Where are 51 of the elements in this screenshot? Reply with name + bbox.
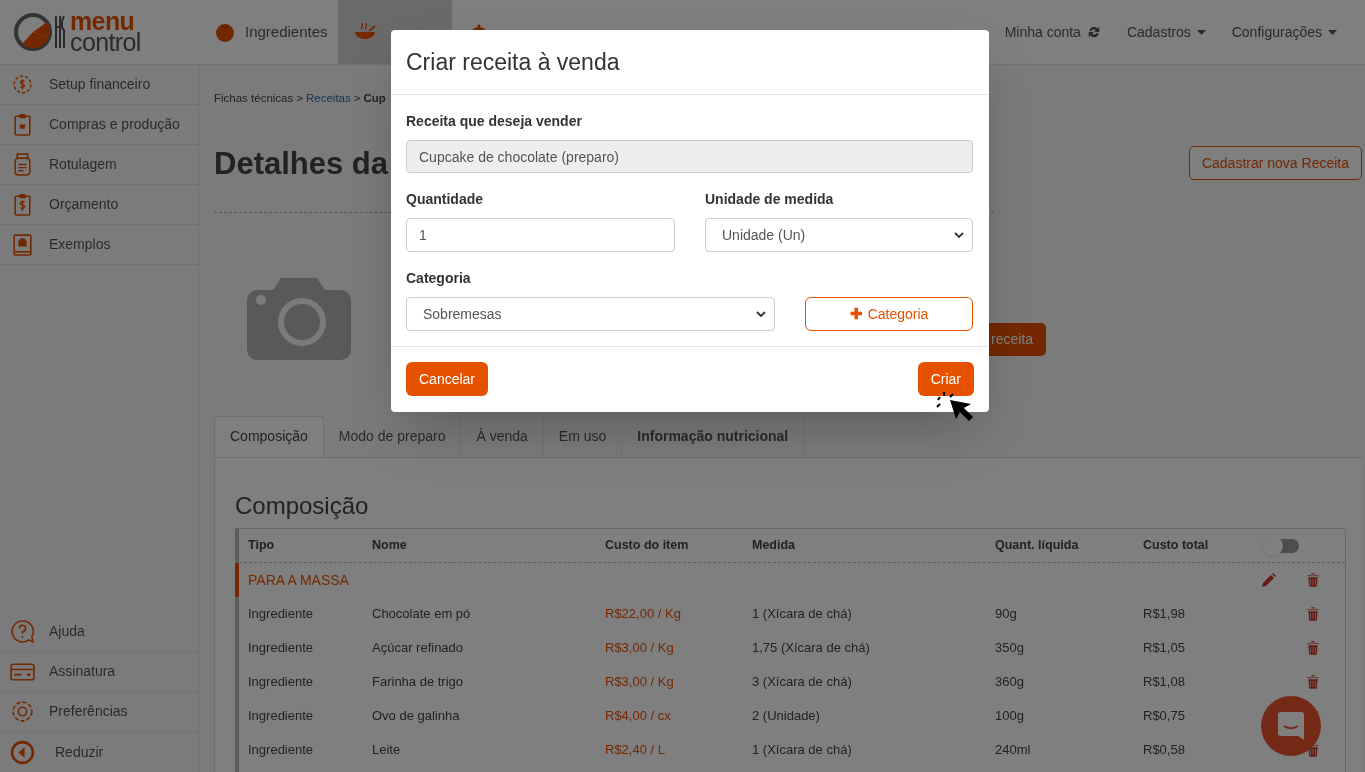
table-cell-text: Farinha de trigo	[372, 673, 465, 692]
table-cell-text: Ingrediente	[248, 639, 315, 658]
page-title: Detalhes da	[214, 147, 388, 179]
column-header: Nome	[372, 537, 408, 555]
table-cell-text: 100g	[995, 707, 1025, 726]
column-header: Custo do item	[605, 537, 690, 555]
table-cell-text: Leite	[372, 741, 402, 760]
table-cell-text: R$0,75	[1143, 707, 1186, 726]
table-cell-text: R$2,40 / L	[605, 741, 666, 760]
section-title: Composição	[235, 494, 370, 518]
group-title: PARA A MASSA	[248, 570, 349, 590]
table-cell-text: Ingrediente	[248, 605, 315, 624]
table-cell-text: 1,75 (Xícara de chá)	[752, 639, 871, 658]
column-header: Tipo	[248, 537, 276, 555]
breadcrumb-item: Cup	[363, 91, 386, 107]
table-cell-text: 1 (Xícara de chá)	[752, 605, 853, 624]
breadcrumb-separator: >	[353, 91, 361, 107]
field-label: Unidade de medida	[705, 190, 835, 209]
logo-text: menu	[70, 10, 135, 32]
table-cell-text: 2 (Unidade)	[752, 707, 821, 726]
table-cell-text: R$4,00 / cx	[605, 707, 672, 726]
table-cell-text: R$3,00 / Kg	[605, 639, 675, 658]
table-cell-text: 1 (Xícara de chá)	[752, 741, 853, 760]
table-cell-text: Chocolate em pó	[372, 605, 472, 624]
field-label: Categoria	[406, 269, 472, 288]
table-cell-text: 240ml	[995, 741, 1032, 760]
table-cell-text: 350g	[995, 639, 1025, 658]
table-cell-text: Ingrediente	[248, 673, 315, 692]
column-header: Medida	[752, 537, 797, 555]
table-cell-text: 360g	[995, 673, 1025, 692]
table-cell-text: R$0,58	[1143, 741, 1186, 760]
table-cell-text: Ovo de galinha	[372, 707, 461, 726]
table-cell-text: Ingrediente	[248, 741, 315, 760]
dialog-title: Criar receita à venda	[406, 47, 620, 77]
table-cell-text: R$22,00 / Kg	[605, 605, 682, 624]
table-cell-text: 90g	[995, 605, 1018, 624]
field-label: Receita que deseja vender	[406, 112, 583, 131]
breadcrumb-item: Fichas técnicas	[214, 91, 294, 107]
table-cell-text: 3 (Xícara de chá)	[752, 673, 853, 692]
column-header: Custo total	[1143, 537, 1210, 555]
table-cell-text: R$3,00 / Kg	[605, 673, 675, 692]
table-cell-text: R$1,08	[1143, 673, 1186, 692]
table-cell-text: R$1,05	[1143, 639, 1186, 658]
table-cell-text: Açúcar refinado	[372, 639, 465, 658]
breadcrumb-separator: >	[296, 91, 303, 107]
table-cell-text: R$1,98	[1143, 605, 1186, 624]
column-header: Quant. líquida	[995, 537, 1080, 555]
field-label: Quantidade	[406, 190, 484, 209]
plus-icon: ✚	[849, 302, 863, 326]
table-cell-text: Ingrediente	[248, 707, 315, 726]
logo-text: control	[70, 32, 141, 54]
